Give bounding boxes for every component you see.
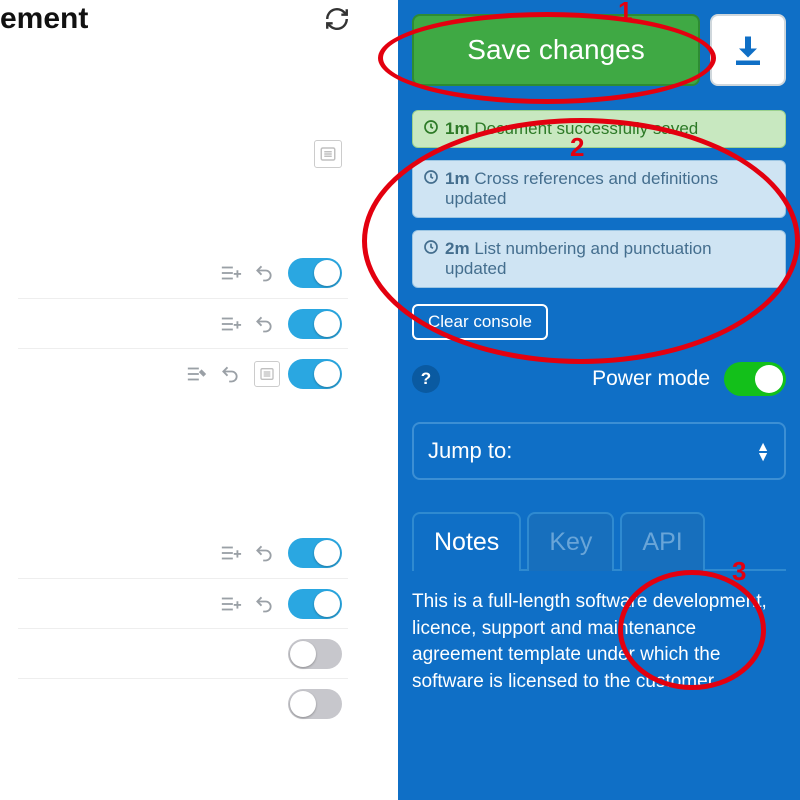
clock-icon [423,119,439,135]
clause-controls-group-2 [18,528,348,728]
add-lines-icon[interactable] [220,595,246,613]
tab-api[interactable]: API [620,512,704,571]
clause-row [18,678,348,728]
jump-to-label: Jump to: [428,438,512,464]
undo-icon[interactable] [254,594,280,614]
clause-toggle[interactable] [288,359,342,389]
clause-toggle[interactable] [288,309,342,339]
clause-toggle[interactable] [288,538,342,568]
page-title: ement [0,2,88,36]
message-text: 1m Cross references and definitions upda… [445,169,775,209]
clause-row [18,628,348,678]
clause-toggle[interactable] [288,689,342,719]
clause-row [18,298,348,348]
clause-toggle[interactable] [288,639,342,669]
power-mode-row: ? Power mode [412,362,786,396]
clause-row [18,348,348,398]
message-text: 2m List numbering and punctuation update… [445,239,775,279]
add-lines-icon[interactable] [220,315,246,333]
notes-body: This is a full-length software developme… [412,571,786,695]
select-chevron-icon: ▲▼ [756,442,770,460]
add-lines-icon[interactable] [220,264,246,282]
save-row: Save changes [412,14,786,86]
editor-column: ement [0,0,360,800]
power-mode-label: Power mode [592,367,710,391]
clock-icon [423,239,439,255]
side-panel: Save changes 1m Document successfully sa… [398,0,800,800]
clock-icon [423,169,439,185]
clause-row [18,528,348,578]
jump-to-select[interactable]: Jump to: ▲▼ [412,422,786,480]
add-lines-icon[interactable] [220,544,246,562]
refresh-icon[interactable] [324,6,350,32]
tabs: Notes Key API [412,510,786,571]
help-icon[interactable]: ? [412,365,440,393]
list-style-button[interactable] [314,140,342,168]
edit-lines-icon[interactable] [186,365,212,383]
message-text: 1m Document successfully saved [445,119,698,139]
undo-icon[interactable] [254,263,280,283]
save-button[interactable]: Save changes [412,14,700,86]
undo-icon[interactable] [254,543,280,563]
undo-icon[interactable] [254,314,280,334]
console-message-info: 2m List numbering and punctuation update… [412,230,786,288]
clause-row [18,578,348,628]
clause-controls-group-1 [18,248,348,398]
clear-console-button[interactable]: Clear console [412,304,548,340]
power-mode-toggle[interactable] [724,362,786,396]
undo-icon[interactable] [220,364,246,384]
clause-row [18,248,348,298]
console-message-success: 1m Document successfully saved [412,110,786,148]
editor-header: ement [0,0,360,36]
download-icon [730,32,766,68]
clause-toggle[interactable] [288,258,342,288]
console-message-info: 1m Cross references and definitions upda… [412,160,786,218]
download-button[interactable] [710,14,786,86]
list-style-button[interactable] [254,361,280,387]
tab-key[interactable]: Key [527,512,614,571]
clause-toggle[interactable] [288,589,342,619]
tab-notes[interactable]: Notes [412,512,521,571]
